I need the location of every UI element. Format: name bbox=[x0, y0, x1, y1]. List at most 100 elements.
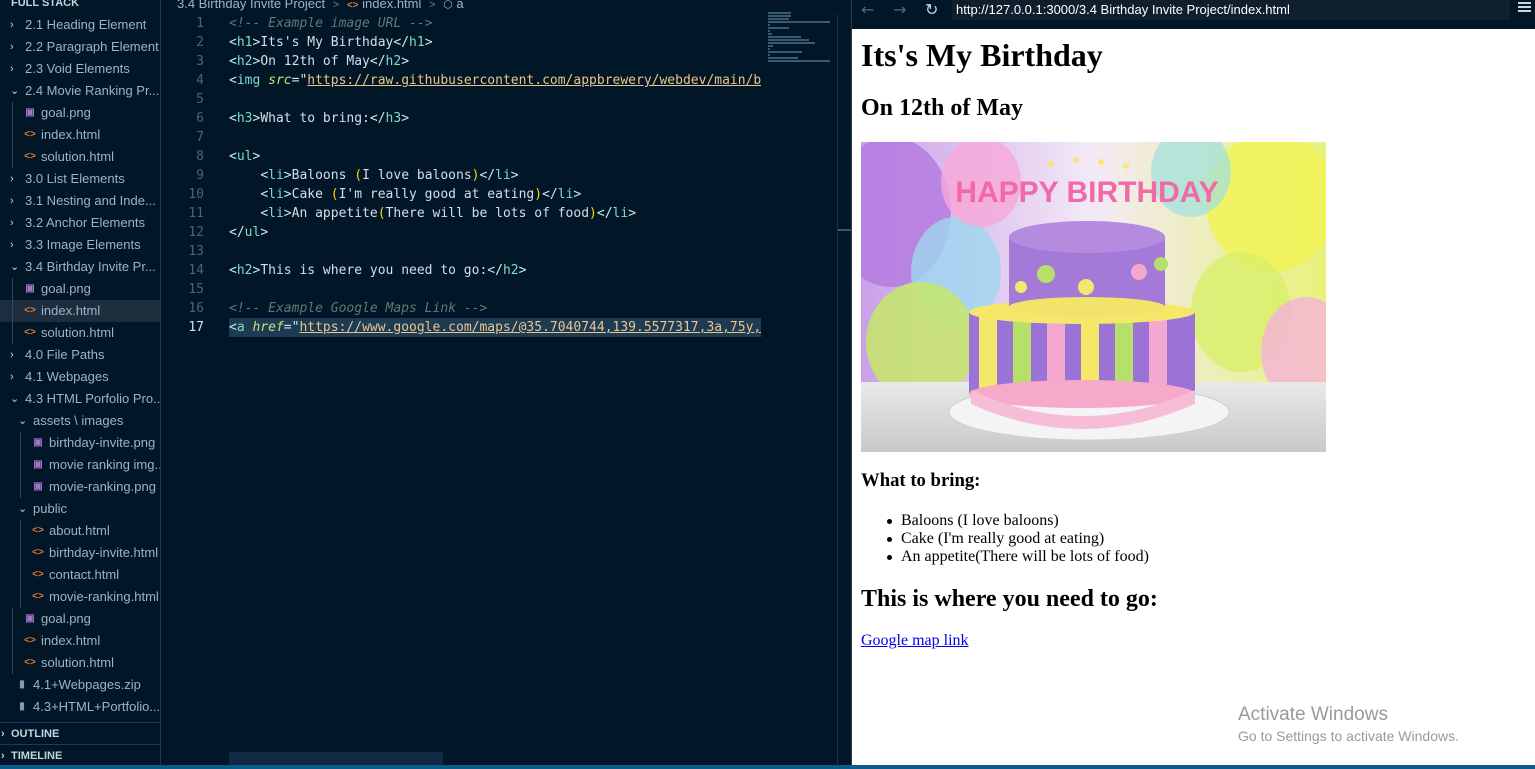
code-line[interactable]: 10 <li>Cake (I'm really good at eating)<… bbox=[161, 185, 761, 204]
code-line[interactable]: 3 <h2>On 12th of May</h2> bbox=[161, 52, 761, 71]
tree-folder[interactable]: ⌄ assets \ images bbox=[0, 410, 160, 432]
tree-folder[interactable]: › 2.1 Heading Element bbox=[0, 14, 160, 36]
google-map-link[interactable]: Google map link bbox=[861, 632, 969, 650]
tree-item-label: movie-ranking.html bbox=[49, 589, 159, 604]
tree-file[interactable]: <> index.html bbox=[0, 300, 160, 322]
tree-item-label: index.html bbox=[41, 303, 101, 318]
forward-arrow-icon[interactable]: → bbox=[893, 0, 906, 20]
code-line[interactable]: 8 <ul> bbox=[161, 147, 761, 166]
tree-folder[interactable]: › 2.3 Void Elements bbox=[0, 58, 160, 80]
tree-file[interactable]: ▣ goal.png bbox=[0, 278, 160, 300]
code-line[interactable]: 14 <h2>This is where you need to go:</h2> bbox=[161, 261, 761, 280]
code-line-text: <li>Baloons (I love baloons)</li> bbox=[260, 168, 519, 183]
tree-folder[interactable]: › 4.1 Webpages bbox=[0, 366, 160, 388]
code-line[interactable]: 15 bbox=[161, 280, 761, 299]
tree-folder[interactable]: ⌄ 2.4 Movie Ranking Pr... bbox=[0, 80, 160, 102]
explorer-section-header[interactable]: FULL STACK bbox=[0, 0, 160, 14]
tree-item-label: solution.html bbox=[41, 149, 114, 164]
tree-file[interactable]: <> solution.html bbox=[0, 652, 160, 674]
tree-file[interactable]: <> solution.html bbox=[0, 322, 160, 344]
horizontal-scrollbar[interactable] bbox=[229, 752, 443, 765]
html-file-icon: <> bbox=[32, 591, 44, 602]
refresh-icon[interactable]: ↻ bbox=[925, 0, 938, 20]
menu-icon[interactable] bbox=[1518, 2, 1531, 14]
line-number: 16 bbox=[188, 301, 204, 316]
tree-file[interactable]: ▣ goal.png bbox=[0, 102, 160, 124]
html-file-icon: <> bbox=[32, 569, 44, 580]
tree-folder[interactable]: ⌄ public bbox=[0, 498, 160, 520]
tree-folder[interactable]: ⌄ 4.3 HTML Porfolio Pro... bbox=[0, 388, 160, 410]
code-line[interactable]: 1 <!-- Example image URL --> bbox=[161, 14, 761, 33]
tree-file[interactable]: <> contact.html bbox=[0, 564, 160, 586]
tree-folder[interactable]: › 3.0 List Elements bbox=[0, 168, 160, 190]
minimap-line bbox=[768, 42, 815, 44]
image-file-icon: ▣ bbox=[33, 481, 43, 492]
chevron-right-icon: › bbox=[1, 728, 5, 740]
timeline-panel-header[interactable]: › TIMELINE bbox=[0, 744, 160, 765]
tree-folder[interactable]: › 3.3 Image Elements bbox=[0, 234, 160, 256]
image-file-icon: ▣ bbox=[25, 283, 35, 294]
code-line[interactable]: 13 bbox=[161, 242, 761, 261]
line-number: 10 bbox=[188, 187, 204, 202]
tree-file[interactable]: ▣ movie ranking img... bbox=[0, 454, 160, 476]
breadcrumb-folder[interactable]: 3.4 Birthday Invite Project bbox=[177, 0, 325, 11]
tree-item-label: about.html bbox=[49, 523, 110, 538]
vertical-scrollbar[interactable] bbox=[837, 14, 852, 765]
watermark-title: Activate Windows bbox=[1238, 704, 1388, 725]
symbol-element-icon: ⬡ bbox=[443, 0, 453, 11]
line-number: 8 bbox=[196, 149, 204, 164]
tree-file[interactable]: <> index.html bbox=[0, 630, 160, 652]
url-bar[interactable]: http://127.0.0.1:3000/3.4 Birthday Invit… bbox=[952, 0, 1510, 20]
back-arrow-icon[interactable]: ← bbox=[861, 0, 874, 20]
minimap-line bbox=[768, 12, 792, 14]
tree-item-label: 2.2 Paragraph Element bbox=[25, 39, 159, 54]
indent-guide bbox=[12, 278, 13, 344]
image-file-icon: ▣ bbox=[33, 459, 43, 470]
chevron-right-icon: › bbox=[10, 239, 14, 251]
tree-item-label: index.html bbox=[41, 633, 101, 648]
minimap-line bbox=[768, 33, 772, 35]
scrollbar-cursor-marker bbox=[838, 229, 852, 231]
tree-file[interactable]: ▣ movie-ranking.png bbox=[0, 476, 160, 498]
tree-item-label: goal.png bbox=[41, 611, 91, 626]
code-line[interactable]: 7 bbox=[161, 128, 761, 147]
tree-file[interactable]: <> index.html bbox=[0, 124, 160, 146]
code-line[interactable]: 2 <h1>Its's My Birthday</h1> bbox=[161, 33, 761, 52]
code-line[interactable]: 4 <img src="https://raw.githubusercontent… bbox=[161, 71, 761, 90]
tree-file[interactable]: ▣ birthday-invite.png bbox=[0, 432, 160, 454]
image-file-icon: ▣ bbox=[25, 107, 35, 118]
status-bar bbox=[0, 765, 1535, 769]
code-line[interactable]: 17 <a href="https://www.google.com/maps/@… bbox=[161, 318, 761, 337]
code-line-text: <h2>This is where you need to go:</h2> bbox=[229, 263, 527, 278]
chevron-down-icon: ⌄ bbox=[10, 393, 20, 405]
tree-folder[interactable]: › 3.2 Anchor Elements bbox=[0, 212, 160, 234]
date-heading: On 12th of May bbox=[861, 95, 1023, 121]
tree-folder[interactable]: › 3.1 Nesting and Inde... bbox=[0, 190, 160, 212]
tree-folder[interactable]: › 4.0 File Paths bbox=[0, 344, 160, 366]
chevron-right-icon: › bbox=[10, 173, 14, 185]
code-line[interactable]: 5 bbox=[161, 90, 761, 109]
tree-file[interactable]: ▮ 4.3+HTML+Portfolio... bbox=[0, 696, 160, 718]
tree-file[interactable]: ▮ 4.1+Webpages.zip bbox=[0, 674, 160, 696]
code-line[interactable]: 12 </ul> bbox=[161, 223, 761, 242]
code-line-text: <!-- Example Google Maps Link --> bbox=[229, 301, 488, 316]
minimap-line bbox=[768, 51, 803, 53]
tree-file[interactable]: <> solution.html bbox=[0, 146, 160, 168]
line-number: 15 bbox=[188, 282, 204, 297]
tree-folder[interactable]: › 2.2 Paragraph Element bbox=[0, 36, 160, 58]
breadcrumb-file[interactable]: index.html bbox=[362, 0, 421, 11]
code-line[interactable]: 6 <h3>What to bring:</h3> bbox=[161, 109, 761, 128]
tree-file[interactable]: <> movie-ranking.html bbox=[0, 586, 160, 608]
tree-file[interactable]: <> birthday-invite.html bbox=[0, 542, 160, 564]
html-file-icon: <> bbox=[24, 151, 36, 162]
tree-file[interactable]: <> about.html bbox=[0, 520, 160, 542]
code-line[interactable]: 16 <!-- Example Google Maps Link --> bbox=[161, 299, 761, 318]
tree-file[interactable]: ▣ goal.png bbox=[0, 608, 160, 630]
chevron-right-icon: › bbox=[10, 371, 14, 383]
breadcrumb-symbol[interactable]: a bbox=[456, 0, 463, 11]
code-line[interactable]: 9 <li>Baloons (I love baloons)</li> bbox=[161, 166, 761, 185]
outline-panel-header[interactable]: › OUTLINE bbox=[0, 722, 160, 744]
tree-folder[interactable]: ⌄ 3.4 Birthday Invite Pr... bbox=[0, 256, 160, 278]
minimap[interactable] bbox=[768, 12, 838, 62]
code-line[interactable]: 11 <li>An appetite(There will be lots of… bbox=[161, 204, 761, 223]
